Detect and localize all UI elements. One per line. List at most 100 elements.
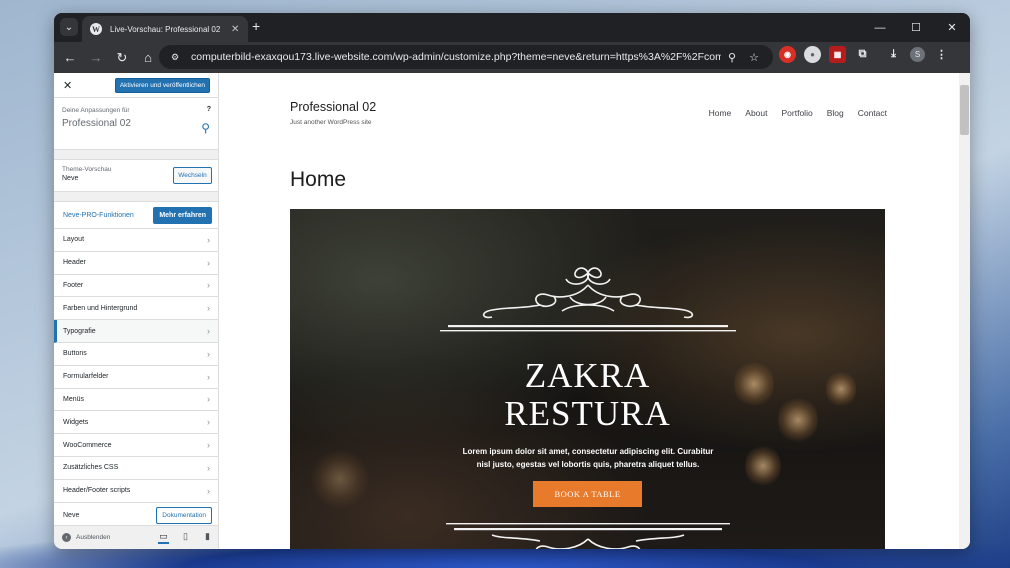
mobile-icon[interactable]: ▮	[202, 531, 213, 544]
customizer-menu-item[interactable]: Layout ›	[54, 229, 218, 252]
extension-grey-icon[interactable]: ●	[804, 46, 821, 63]
site-title[interactable]: Professional 02	[290, 100, 376, 114]
new-tab-button[interactable]: +	[252, 19, 260, 33]
customizer-menu-item[interactable]: Formularfelder ›	[54, 365, 218, 389]
learn-more-button[interactable]: Mehr erfahren	[153, 206, 212, 224]
home-button[interactable]: ⌂	[137, 47, 159, 69]
customizer-menu-item[interactable]: Typografie ›	[54, 320, 218, 343]
browser-window: ⌄ W Live-Vorschau: Professional 02 ✕ + —…	[54, 13, 970, 549]
preview-scrollbar[interactable]	[959, 73, 970, 549]
nav-item-home[interactable]: Home	[709, 108, 732, 118]
pro-features-row: Neve-PRO-Funktionen Mehr erfahren	[54, 202, 218, 229]
hide-controls-icon[interactable]: ‹	[62, 533, 71, 542]
chevron-right-icon: ›	[207, 348, 210, 359]
theme-preview-section: Theme-Vorschau Neve Wechseln	[54, 159, 218, 192]
tab-search-button[interactable]: ⌄	[60, 18, 78, 36]
customizer-menu-item-label: Farben und Hintergrund	[63, 304, 138, 312]
close-tab-icon[interactable]: ✕	[231, 24, 239, 35]
publish-button[interactable]: Aktivieren und veröffentlichen	[114, 77, 210, 93]
maximize-button[interactable]: ☐	[898, 13, 934, 42]
hide-controls-label[interactable]: Ausblenden	[76, 534, 110, 541]
customizer-menu-item[interactable]: Header/Footer scripts ›	[54, 479, 218, 503]
profile-avatar[interactable]: S	[910, 47, 925, 62]
extensions-puzzle-icon[interactable]: ⧉	[854, 46, 871, 63]
site-tagline: Just another WordPress site	[290, 119, 372, 126]
forward-button[interactable]: →	[85, 47, 107, 69]
customizer-menu-item[interactable]: Header ›	[54, 251, 218, 275]
hero-title: ZAKRA RESTURA	[290, 357, 885, 433]
customizer-menu-item-label: Menüs	[63, 395, 85, 403]
site-nav: Home About Portfolio Blog Contact	[709, 108, 887, 118]
tablet-icon[interactable]: ▯	[180, 531, 191, 544]
customizer-menu-item-label: Header	[63, 259, 86, 267]
address-bar[interactable]: ⚙ computerbild-exaxqou173.live-website.c…	[159, 45, 773, 69]
search-icon[interactable]: ⚲	[201, 121, 210, 135]
customizer-menu-item-label: WooCommerce	[63, 441, 112, 449]
browser-toolbar: ← → ↻ ⌂ ⚙ computerbild-exaxqou173.live-w…	[54, 42, 970, 73]
back-button[interactable]: ←	[59, 47, 81, 69]
menu-kebab-icon[interactable]: ⋮	[933, 46, 950, 63]
desktop-icon[interactable]: ▭	[158, 531, 169, 544]
wordpress-icon: W	[90, 23, 102, 35]
info-label: Deine Anpassungen für	[62, 107, 130, 114]
customizer-info: Deine Anpassungen für Professional 02 ? …	[54, 98, 218, 150]
page-title: Home	[290, 168, 347, 191]
chevron-right-icon: ›	[207, 280, 210, 291]
window-controls: — ☐ ✕	[862, 13, 970, 42]
customizer-header: ✕ Aktivieren und veröffentlichen	[54, 73, 218, 98]
neve-label: Neve	[63, 512, 80, 520]
close-window-button[interactable]: ✕	[934, 13, 970, 42]
url-text[interactable]: computerbild-exaxqou173.live-website.com…	[191, 51, 721, 63]
zoom-icon[interactable]: ⚲	[721, 51, 743, 64]
device-switcher: ▭ ▯ ▮	[158, 531, 213, 544]
customizer-footer: ‹ Ausblenden ▭ ▯ ▮	[54, 525, 218, 549]
customizer-menu-item-label: Zusätzliches CSS	[63, 464, 119, 472]
customizer-menu-item[interactable]: Widgets ›	[54, 411, 218, 435]
customizer-menu-item[interactable]: Zusätzliches CSS ›	[54, 456, 218, 480]
customizer-menu-item[interactable]: Buttons ›	[54, 342, 218, 366]
extension-red-icon[interactable]: ◉	[779, 46, 796, 63]
ornament-top-icon	[440, 267, 736, 332]
switch-theme-button[interactable]: Wechseln	[173, 167, 212, 184]
nav-item-portfolio[interactable]: Portfolio	[782, 108, 813, 118]
documentation-button[interactable]: Dokumentation	[156, 507, 212, 525]
chevron-right-icon: ›	[207, 234, 210, 245]
tab-strip: ⌄ W Live-Vorschau: Professional 02 ✕ + —…	[54, 13, 970, 42]
book-table-button[interactable]: BOOK A TABLE	[533, 481, 642, 507]
hero-title-line1: ZAKRA	[524, 356, 651, 395]
chevron-right-icon: ›	[207, 326, 210, 337]
chevron-right-icon: ›	[207, 462, 210, 473]
chevron-right-icon: ›	[207, 257, 210, 268]
nav-item-contact[interactable]: Contact	[858, 108, 887, 118]
pro-features-label: Neve-PRO-Funktionen	[63, 211, 134, 219]
download-icon[interactable]: ⤓	[885, 46, 902, 63]
help-icon[interactable]: ?	[207, 106, 211, 113]
customizer-menu-item[interactable]: Farben und Hintergrund ›	[54, 297, 218, 321]
bookmark-star-icon[interactable]: ☆	[743, 51, 765, 64]
customizer-menu-item[interactable]: Footer ›	[54, 274, 218, 298]
nav-item-blog[interactable]: Blog	[827, 108, 844, 118]
customizer-menu: Neve-PRO-Funktionen Mehr erfahren Layout…	[54, 201, 218, 530]
reload-button[interactable]: ↻	[111, 47, 133, 69]
extension-badge-icon[interactable]: ▦	[829, 46, 846, 63]
chevron-right-icon: ›	[207, 371, 210, 382]
hero-title-line2: RESTURA	[504, 394, 671, 433]
chevron-right-icon: ›	[207, 303, 210, 314]
customizer-menu-item-label: Footer	[63, 281, 84, 289]
customizer-menu-item-label: Header/Footer scripts	[63, 487, 131, 495]
customizer-menu-item[interactable]: Menüs ›	[54, 388, 218, 412]
customizer-menu-item-label: Typografie	[63, 327, 96, 335]
chevron-right-icon: ›	[207, 485, 210, 496]
close-customizer-icon[interactable]: ✕	[63, 79, 72, 92]
minimize-button[interactable]: —	[862, 13, 898, 42]
site-info-icon[interactable]: ⚙	[167, 49, 183, 65]
customizer-menu-item-label: Buttons	[63, 350, 87, 358]
customizer-panel: ✕ Aktivieren und veröffentlichen Deine A…	[54, 73, 219, 549]
customizer-menu-item[interactable]: WooCommerce ›	[54, 434, 218, 457]
tab-title: Live-Vorschau: Professional 02	[110, 24, 221, 34]
hero-text: Lorem ipsum dolor sit amet, consectetur …	[462, 447, 714, 469]
nav-item-about[interactable]: About	[745, 108, 767, 118]
scrollbar-thumb[interactable]	[960, 85, 969, 135]
active-tab[interactable]: W Live-Vorschau: Professional 02 ✕	[82, 16, 248, 42]
customizer-menu-item-label: Layout	[63, 236, 85, 244]
